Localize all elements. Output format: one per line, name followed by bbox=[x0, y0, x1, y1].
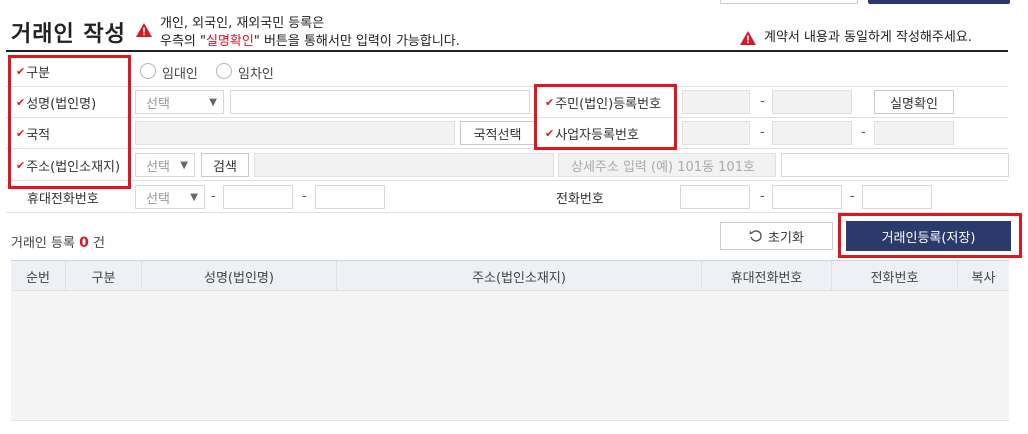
column-header: 복사 bbox=[971, 270, 996, 286]
warning-icon bbox=[136, 23, 152, 37]
chevron-down-icon: ▼ bbox=[180, 159, 188, 171]
column-header: 성명(법인명) bbox=[142, 261, 337, 291]
top-button-partial-dark[interactable] bbox=[868, 0, 1010, 4]
mobile-prefix-select[interactable]: 선택 ▼ bbox=[135, 185, 205, 209]
highlight-box-left bbox=[8, 55, 131, 189]
phone-part2-input[interactable] bbox=[772, 185, 842, 209]
row-divider bbox=[6, 117, 1008, 118]
top-button-partial[interactable] bbox=[720, 0, 858, 4]
name-type-select[interactable]: 선택 ▼ bbox=[135, 90, 224, 114]
notice-highlight: 실명확인 bbox=[206, 34, 254, 49]
table-body-empty bbox=[11, 291, 1009, 421]
table-header: 순번 구분 성명(법인명) 주소(법인소재지) 휴대전화번호 전화번호 복사 bbox=[11, 260, 1009, 291]
register-trader-button[interactable]: 거래인등록(저장) bbox=[846, 221, 1011, 251]
rrn-front-input bbox=[682, 90, 750, 114]
biz-number-part2 bbox=[772, 121, 852, 145]
column-header: 구분 bbox=[66, 261, 142, 291]
notice-line-2: 우측의 "실명확인" 버튼을 통해서만 입력이 가능합니다. bbox=[160, 34, 460, 49]
right-notice: 계약서 내용과 동일하게 작성해주세요. bbox=[764, 30, 972, 45]
address-type-select[interactable]: 선택 ▼ bbox=[135, 153, 195, 177]
biz-number-part1 bbox=[682, 121, 750, 145]
dash: - bbox=[302, 189, 307, 204]
column-header: 휴대전화번호 bbox=[702, 261, 832, 291]
biz-number-part3 bbox=[874, 121, 954, 145]
row-divider bbox=[6, 148, 1008, 149]
mobile-middle-input[interactable] bbox=[223, 185, 293, 209]
column-header: 전화번호 bbox=[832, 261, 958, 291]
label-phone: 전화번호 bbox=[556, 191, 604, 207]
dash: - bbox=[760, 94, 765, 109]
reset-button[interactable]: 초기화 bbox=[720, 222, 833, 250]
address-extra-input[interactable] bbox=[781, 153, 1009, 177]
dash: - bbox=[760, 125, 765, 140]
page-title: 거래인 작성 bbox=[11, 22, 126, 47]
radio-lessor[interactable] bbox=[140, 63, 156, 79]
rrn-back-input bbox=[772, 90, 852, 114]
dash: - bbox=[861, 125, 866, 140]
name-input[interactable] bbox=[230, 90, 530, 114]
radio-lessor-label: 임대인 bbox=[162, 67, 198, 82]
verify-name-button[interactable]: 실명확인 bbox=[874, 90, 954, 114]
registered-count: 0 bbox=[79, 235, 89, 251]
nationality-input bbox=[135, 121, 455, 145]
chevron-down-icon: ▼ bbox=[190, 191, 198, 203]
address-search-button[interactable]: 검색 bbox=[201, 153, 249, 177]
address-input bbox=[254, 153, 554, 177]
notice-line-1: 개인, 외국인, 재외국민 등록은 bbox=[160, 16, 325, 31]
phone-part1-input[interactable] bbox=[680, 185, 750, 209]
header-divider bbox=[6, 50, 1008, 52]
mobile-last-input[interactable] bbox=[315, 185, 385, 209]
column-header: 순번 bbox=[11, 261, 66, 291]
column-header: 주소(법인소재지) bbox=[337, 261, 702, 291]
registered-count-title: 거래인 등록 0 건 bbox=[11, 235, 105, 251]
address-detail-input[interactable]: 상세주소 입력 (예) 101동 101호 bbox=[558, 153, 776, 177]
phone-part3-input[interactable] bbox=[862, 185, 932, 209]
highlight-box-right bbox=[534, 84, 677, 150]
row-divider bbox=[6, 180, 1008, 181]
row-divider bbox=[6, 86, 1008, 87]
refresh-icon bbox=[749, 230, 762, 242]
chevron-down-icon: ▼ bbox=[209, 96, 217, 108]
radio-lessee[interactable] bbox=[216, 63, 232, 79]
nationality-select-button[interactable]: 국적선택 bbox=[460, 121, 535, 145]
dash: - bbox=[850, 189, 855, 204]
radio-lessee-label: 임차인 bbox=[238, 67, 274, 82]
dash: - bbox=[211, 189, 216, 204]
dash: - bbox=[760, 189, 765, 204]
warning-icon bbox=[740, 31, 756, 45]
